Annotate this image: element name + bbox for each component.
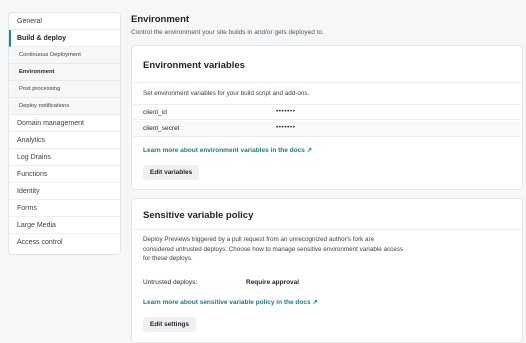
env-var-value: •••••••: [276, 108, 296, 115]
env-var-key: client_secret: [143, 125, 180, 132]
sidebar-item-identity[interactable]: Identity: [9, 183, 120, 200]
env-var-row: client_id •••••••: [133, 104, 521, 120]
settings-sidebar: General Build & deploy Continuous Deploy…: [8, 12, 121, 255]
env-var-row: client_secret •••••••: [133, 121, 521, 137]
sidebar-item-large-media[interactable]: Large Media: [9, 217, 120, 234]
sidebar-subitem-environment[interactable]: Environment: [9, 64, 120, 81]
divider: [132, 82, 522, 83]
sidebar-item-functions[interactable]: Functions: [9, 166, 120, 183]
policy-description-line: considered untrusted deploys. Choose how…: [143, 245, 404, 253]
policy-description-line: for these deploys.: [143, 255, 193, 263]
policy-description-line: Deploy Previews triggered by a pull requ…: [143, 236, 375, 243]
sidebar-subitem-deploy-notifications[interactable]: Deploy notifications: [9, 98, 120, 115]
edit-settings-button[interactable]: Edit settings: [143, 317, 197, 332]
policy-title: Sensitive variable policy: [143, 210, 254, 221]
divider: [132, 229, 522, 230]
env-vars-title: Environment variables: [143, 60, 245, 71]
sidebar-item-analytics[interactable]: Analytics: [9, 132, 120, 149]
sidebar-item-forms[interactable]: Forms: [9, 200, 120, 217]
sidebar-item-log-drains[interactable]: Log Drains: [9, 149, 120, 166]
untrusted-deploys-label: Untrusted deploys:: [143, 279, 198, 286]
env-vars-description: Set environment variables for your build…: [143, 90, 310, 97]
sidebar-item-general[interactable]: General: [9, 13, 120, 30]
policy-description: Deploy Previews triggered by a pull requ…: [143, 235, 403, 264]
untrusted-deploys-value: Require approval: [246, 279, 300, 286]
policy-docs-link[interactable]: Learn more about sensitive variable poli…: [143, 298, 318, 306]
sidebar-subitem-post-processing[interactable]: Post processing: [9, 81, 120, 98]
edit-variables-button[interactable]: Edit variables: [143, 165, 200, 180]
env-var-value: •••••••: [276, 124, 296, 131]
page-title: Environment: [131, 14, 190, 25]
sidebar-subitem-continuous-deployment[interactable]: Continuous Deployment: [9, 47, 120, 64]
sidebar-item-access-control[interactable]: Access control: [9, 234, 120, 251]
sidebar-item-build-deploy[interactable]: Build & deploy: [9, 30, 120, 47]
env-var-key: client_id: [143, 109, 167, 116]
sensitive-policy-card: Sensitive variable policy Deploy Preview…: [131, 198, 523, 343]
env-vars-docs-link[interactable]: Learn more about environment variables i…: [143, 146, 312, 154]
page-subtitle: Control the environment your site builds…: [131, 29, 324, 36]
env-vars-card: Environment variables Set environment va…: [131, 45, 523, 190]
sidebar-item-domain-management[interactable]: Domain management: [9, 115, 120, 132]
